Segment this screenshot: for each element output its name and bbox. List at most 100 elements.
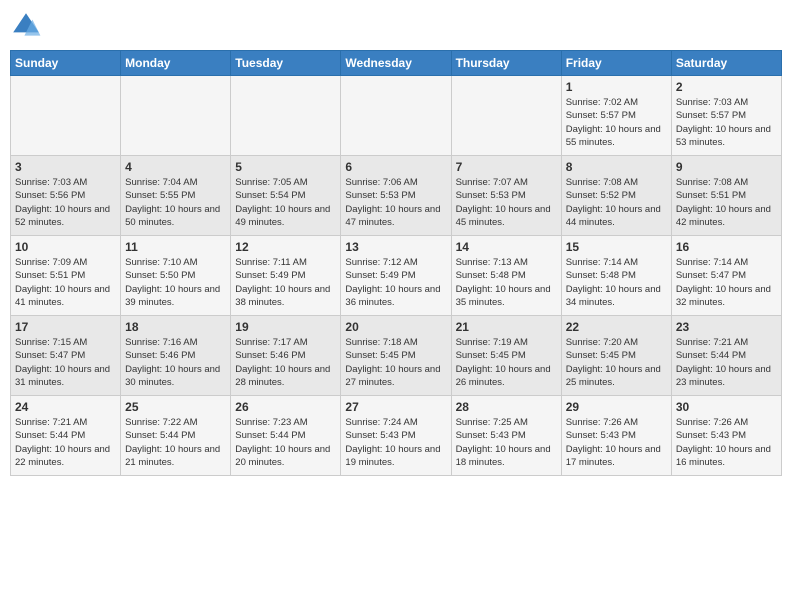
- day-number: 2: [676, 80, 777, 94]
- day-info: Sunrise: 7:07 AM Sunset: 5:53 PM Dayligh…: [456, 176, 557, 229]
- day-info: Sunrise: 7:21 AM Sunset: 5:44 PM Dayligh…: [676, 336, 777, 389]
- day-info: Sunrise: 7:13 AM Sunset: 5:48 PM Dayligh…: [456, 256, 557, 309]
- week-row-3: 17 Sunrise: 7:15 AM Sunset: 5:47 PM Dayli…: [11, 316, 782, 396]
- day-number: 29: [566, 400, 667, 414]
- day-cell: [11, 76, 121, 156]
- day-number: 23: [676, 320, 777, 334]
- calendar: SundayMondayTuesdayWednesdayThursdayFrid…: [10, 50, 782, 476]
- weekday-friday: Friday: [561, 51, 671, 76]
- day-cell: 26 Sunrise: 7:23 AM Sunset: 5:44 PM Dayli…: [231, 396, 341, 476]
- day-cell: 20 Sunrise: 7:18 AM Sunset: 5:45 PM Dayli…: [341, 316, 451, 396]
- day-cell: 1 Sunrise: 7:02 AM Sunset: 5:57 PM Daylig…: [561, 76, 671, 156]
- day-info: Sunrise: 7:18 AM Sunset: 5:45 PM Dayligh…: [345, 336, 446, 389]
- logo-icon: [10, 10, 42, 42]
- day-cell: [121, 76, 231, 156]
- weekday-sunday: Sunday: [11, 51, 121, 76]
- day-cell: 19Sunrise: 7:17 AM Sunset: 5:46 PM Dayli…: [231, 316, 341, 396]
- day-info: Sunrise: 7:11 AM Sunset: 5:49 PM Dayligh…: [235, 256, 336, 309]
- day-info: Sunrise: 7:04 AM Sunset: 5:55 PM Dayligh…: [125, 176, 226, 229]
- day-cell: 4 Sunrise: 7:04 AM Sunset: 5:55 PM Daylig…: [121, 156, 231, 236]
- day-cell: 13 Sunrise: 7:12 AM Sunset: 5:49 PM Dayli…: [341, 236, 451, 316]
- day-cell: 7 Sunrise: 7:07 AM Sunset: 5:53 PM Daylig…: [451, 156, 561, 236]
- day-info: Sunrise: 7:05 AM Sunset: 5:54 PM Dayligh…: [235, 176, 336, 229]
- day-cell: 15 Sunrise: 7:14 AM Sunset: 5:48 PM Dayli…: [561, 236, 671, 316]
- day-number: 17: [15, 320, 116, 334]
- day-info: Sunrise: 7:08 AM Sunset: 5:51 PM Dayligh…: [676, 176, 777, 229]
- day-cell: 6 Sunrise: 7:06 AM Sunset: 5:53 PM Daylig…: [341, 156, 451, 236]
- day-number: 11: [125, 240, 226, 254]
- day-info: Sunrise: 7:26 AM Sunset: 5:43 PM Dayligh…: [676, 416, 777, 469]
- day-number: 4: [125, 160, 226, 174]
- day-info: Sunrise: 7:25 AM Sunset: 5:43 PM Dayligh…: [456, 416, 557, 469]
- day-info: Sunrise: 7:26 AM Sunset: 5:43 PM Dayligh…: [566, 416, 667, 469]
- day-number: 16: [676, 240, 777, 254]
- day-cell: 18Sunrise: 7:16 AM Sunset: 5:46 PM Dayli…: [121, 316, 231, 396]
- day-cell: 9 Sunrise: 7:08 AM Sunset: 5:51 PM Daylig…: [671, 156, 781, 236]
- weekday-thursday: Thursday: [451, 51, 561, 76]
- day-info: Sunrise: 7:08 AM Sunset: 5:52 PM Dayligh…: [566, 176, 667, 229]
- day-number: 14: [456, 240, 557, 254]
- week-row-2: 10 Sunrise: 7:09 AM Sunset: 5:51 PM Dayli…: [11, 236, 782, 316]
- day-number: 13: [345, 240, 446, 254]
- day-info: Sunrise: 7:10 AM Sunset: 5:50 PM Dayligh…: [125, 256, 226, 309]
- day-cell: 12 Sunrise: 7:11 AM Sunset: 5:49 PM Dayli…: [231, 236, 341, 316]
- day-number: 20: [345, 320, 446, 334]
- day-number: 21: [456, 320, 557, 334]
- day-cell: 17 Sunrise: 7:15 AM Sunset: 5:47 PM Dayli…: [11, 316, 121, 396]
- day-info: Sunrise: 7:03 AM Sunset: 5:56 PM Dayligh…: [15, 176, 116, 229]
- day-cell: 29 Sunrise: 7:26 AM Sunset: 5:43 PM Dayli…: [561, 396, 671, 476]
- day-number: 26: [235, 400, 336, 414]
- day-number: 25: [125, 400, 226, 414]
- weekday-tuesday: Tuesday: [231, 51, 341, 76]
- day-number: 15: [566, 240, 667, 254]
- weekday-monday: Monday: [121, 51, 231, 76]
- day-cell: 10 Sunrise: 7:09 AM Sunset: 5:51 PM Dayli…: [11, 236, 121, 316]
- day-number: 7: [456, 160, 557, 174]
- day-info: Sunrise: 7:21 AM Sunset: 5:44 PM Dayligh…: [15, 416, 116, 469]
- day-info: Sunrise: 7:03 AM Sunset: 5:57 PM Dayligh…: [676, 96, 777, 149]
- day-cell: 11 Sunrise: 7:10 AM Sunset: 5:50 PM Dayli…: [121, 236, 231, 316]
- day-number: 1: [566, 80, 667, 94]
- day-cell: 22 Sunrise: 7:20 AM Sunset: 5:45 PM Dayli…: [561, 316, 671, 396]
- logo: [10, 10, 46, 42]
- day-number: 10: [15, 240, 116, 254]
- weekday-wednesday: Wednesday: [341, 51, 451, 76]
- day-info: Sunrise: 7:19 AM Sunset: 5:45 PM Dayligh…: [456, 336, 557, 389]
- day-cell: 14 Sunrise: 7:13 AM Sunset: 5:48 PM Dayli…: [451, 236, 561, 316]
- day-cell: [231, 76, 341, 156]
- day-number: 12: [235, 240, 336, 254]
- day-number: 6: [345, 160, 446, 174]
- day-number: 28: [456, 400, 557, 414]
- weekday-header-row: SundayMondayTuesdayWednesdayThursdayFrid…: [11, 51, 782, 76]
- day-cell: 16 Sunrise: 7:14 AM Sunset: 5:47 PM Dayli…: [671, 236, 781, 316]
- page: SundayMondayTuesdayWednesdayThursdayFrid…: [0, 0, 792, 612]
- week-row-0: 1 Sunrise: 7:02 AM Sunset: 5:57 PM Daylig…: [11, 76, 782, 156]
- day-number: 8: [566, 160, 667, 174]
- day-info: Sunrise: 7:06 AM Sunset: 5:53 PM Dayligh…: [345, 176, 446, 229]
- day-cell: 8 Sunrise: 7:08 AM Sunset: 5:52 PM Daylig…: [561, 156, 671, 236]
- day-cell: [341, 76, 451, 156]
- day-info: Sunrise: 7:09 AM Sunset: 5:51 PM Dayligh…: [15, 256, 116, 309]
- day-info: Sunrise: 7:12 AM Sunset: 5:49 PM Dayligh…: [345, 256, 446, 309]
- day-cell: 2 Sunrise: 7:03 AM Sunset: 5:57 PM Daylig…: [671, 76, 781, 156]
- day-cell: 24Sunrise: 7:21 AM Sunset: 5:44 PM Dayli…: [11, 396, 121, 476]
- weekday-saturday: Saturday: [671, 51, 781, 76]
- day-info: Sunrise: 7:16 AM Sunset: 5:46 PM Dayligh…: [125, 336, 226, 389]
- day-info: Sunrise: 7:02 AM Sunset: 5:57 PM Dayligh…: [566, 96, 667, 149]
- day-number: 19: [235, 320, 336, 334]
- week-row-1: 3Sunrise: 7:03 AM Sunset: 5:56 PM Daylig…: [11, 156, 782, 236]
- day-info: Sunrise: 7:14 AM Sunset: 5:48 PM Dayligh…: [566, 256, 667, 309]
- day-info: Sunrise: 7:14 AM Sunset: 5:47 PM Dayligh…: [676, 256, 777, 309]
- day-number: 9: [676, 160, 777, 174]
- day-info: Sunrise: 7:20 AM Sunset: 5:45 PM Dayligh…: [566, 336, 667, 389]
- day-number: 22: [566, 320, 667, 334]
- day-number: 5: [235, 160, 336, 174]
- day-number: 27: [345, 400, 446, 414]
- day-info: Sunrise: 7:23 AM Sunset: 5:44 PM Dayligh…: [235, 416, 336, 469]
- day-cell: 30Sunrise: 7:26 AM Sunset: 5:43 PM Dayli…: [671, 396, 781, 476]
- day-cell: 21 Sunrise: 7:19 AM Sunset: 5:45 PM Dayli…: [451, 316, 561, 396]
- day-info: Sunrise: 7:24 AM Sunset: 5:43 PM Dayligh…: [345, 416, 446, 469]
- day-cell: [451, 76, 561, 156]
- day-cell: 5 Sunrise: 7:05 AM Sunset: 5:54 PM Daylig…: [231, 156, 341, 236]
- day-info: Sunrise: 7:15 AM Sunset: 5:47 PM Dayligh…: [15, 336, 116, 389]
